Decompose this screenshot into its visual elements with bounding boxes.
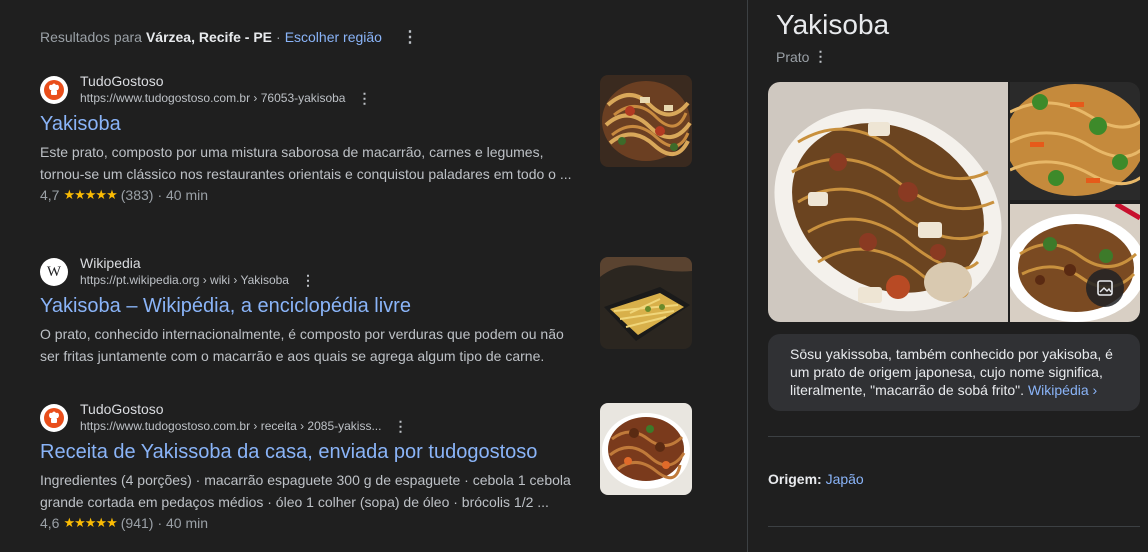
image-icon xyxy=(1097,280,1113,296)
rating-stars-icon: ★★★★★ xyxy=(63,515,117,530)
cook-time: · 40 min xyxy=(157,187,209,203)
kp-menu-icon[interactable]: ⋮ xyxy=(813,48,827,65)
result-title-link[interactable]: Yakisoba xyxy=(40,111,580,137)
wikipedia-source-link[interactable]: Wikipédia › xyxy=(1028,382,1097,398)
result-source[interactable]: W Wikipedia https://pt.wikipedia.org › w… xyxy=(40,255,580,289)
result-title-link[interactable]: Yakisoba – Wikipédia, a enciclopédia liv… xyxy=(40,293,580,319)
result-rating: 4,7 ★★★★★ (383) · 40 min xyxy=(40,185,580,205)
result-menu-icon[interactable]: ⋮ xyxy=(301,272,315,289)
result-menu-icon[interactable]: ⋮ xyxy=(393,418,407,435)
rating-value: 4,6 xyxy=(40,515,60,531)
rating-value: 4,7 xyxy=(40,187,60,203)
result-menu-icon[interactable]: ⋮ xyxy=(357,90,371,107)
change-region-link[interactable]: Escolher região xyxy=(285,29,382,45)
search-result: W Wikipedia https://pt.wikipedia.org › w… xyxy=(40,255,580,367)
search-result: TudoGostoso https://www.tudogostoso.com.… xyxy=(40,73,580,205)
kp-divider xyxy=(768,526,1140,527)
tudogostoso-favicon-icon xyxy=(40,76,68,104)
result-snippet: O prato, conhecido internacionalmente, é… xyxy=(40,326,564,364)
kp-divider xyxy=(768,436,1140,437)
wikipedia-letter: W xyxy=(46,263,62,280)
region-bar: Resultados para Várzea, Recife - PE · Es… xyxy=(40,27,418,47)
region-menu-icon[interactable]: ⋮ xyxy=(402,27,418,47)
result-url: https://pt.wikipedia.org › wiki › Yakiso… xyxy=(80,273,289,287)
kp-main-image[interactable] xyxy=(768,82,1008,322)
view-images-button[interactable] xyxy=(1086,269,1124,307)
column-divider xyxy=(747,0,748,552)
cook-time: · 40 min xyxy=(157,515,209,531)
result-thumbnail[interactable] xyxy=(600,257,692,349)
origin-label: Origem: xyxy=(768,471,822,487)
result-url: https://www.tudogostoso.com.br › 76053-y… xyxy=(80,91,346,105)
wikipedia-favicon-icon: W xyxy=(40,258,68,286)
result-rating: 4,6 ★★★★★ (941) · 40 min xyxy=(40,513,580,533)
result-snippet: Ingredientes (4 porções) · macarrão espa… xyxy=(40,472,571,510)
region-separator: · xyxy=(276,29,281,45)
review-count: (941) xyxy=(120,515,154,531)
result-title-link[interactable]: Receita de Yakissoba da casa, enviada po… xyxy=(40,439,580,465)
kp-origin-row: Origem: Japão xyxy=(768,471,864,487)
result-source[interactable]: TudoGostoso https://www.tudogostoso.com.… xyxy=(40,401,580,435)
entity-type: Prato xyxy=(776,48,810,65)
rating-stars-icon: ★★★★★ xyxy=(63,187,117,202)
result-thumbnail[interactable] xyxy=(600,75,692,167)
result-url: https://www.tudogostoso.com.br › receita… xyxy=(80,419,382,433)
result-site-name: TudoGostoso xyxy=(80,73,164,89)
region-place: Várzea, Recife - PE xyxy=(145,29,273,45)
result-snippet: Este prato, composto por uma mistura sab… xyxy=(40,144,572,182)
result-site-name: Wikipedia xyxy=(80,255,141,271)
kp-description-card: Sōsu yakissoba, também conhecido por yak… xyxy=(768,334,1140,411)
kp-side-image[interactable] xyxy=(1010,204,1140,322)
kp-side-image[interactable] xyxy=(1010,82,1140,200)
region-prefix: Resultados para xyxy=(40,29,142,45)
result-thumbnail[interactable] xyxy=(600,403,692,495)
review-count: (383) xyxy=(120,187,154,203)
origin-value-link[interactable]: Japão xyxy=(826,471,864,487)
knowledge-panel-title: Yakisoba xyxy=(776,9,890,40)
tudogostoso-favicon-icon xyxy=(40,404,68,432)
knowledge-panel-subtitle: Prato ⋮ xyxy=(776,48,827,65)
result-source[interactable]: TudoGostoso https://www.tudogostoso.com.… xyxy=(40,73,580,107)
result-site-name: TudoGostoso xyxy=(80,401,164,417)
search-result: TudoGostoso https://www.tudogostoso.com.… xyxy=(40,401,580,533)
